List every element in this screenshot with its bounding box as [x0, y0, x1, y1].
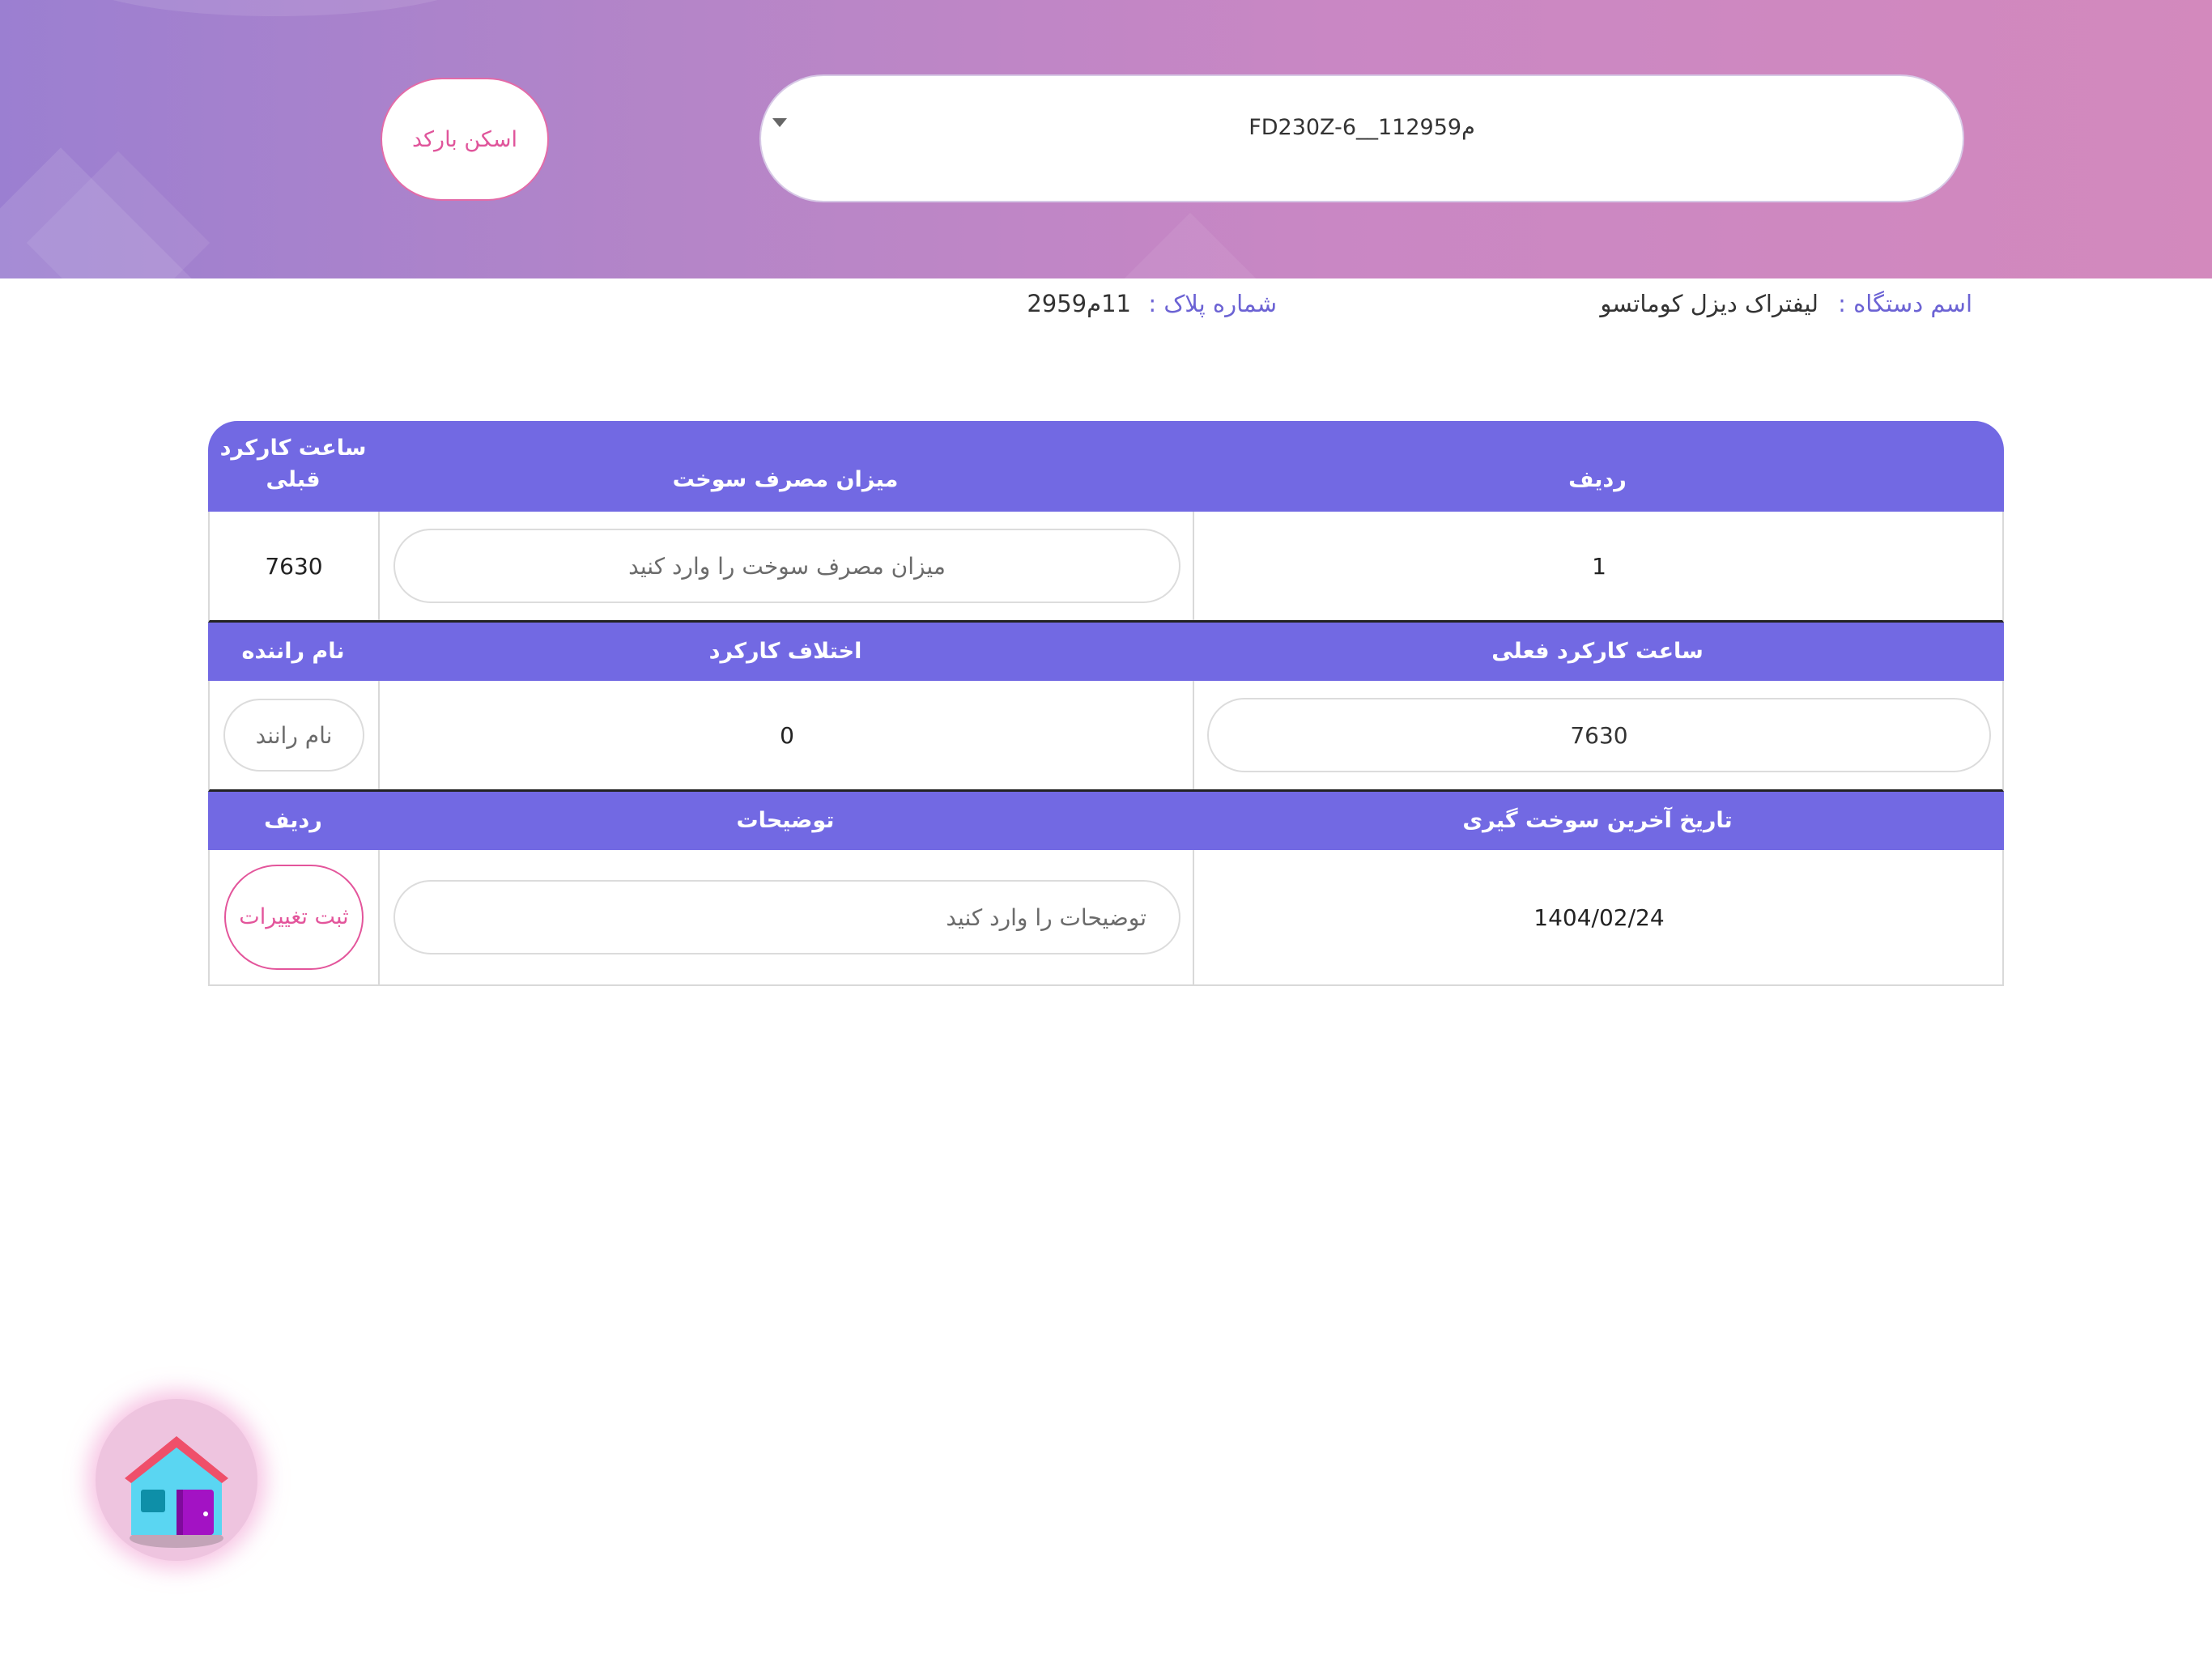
chevron-down-icon[interactable]: [772, 118, 787, 127]
table-header-row: ردیف میزان مصرف سوخت ساعت کارکرد قبلی: [208, 421, 2004, 512]
driver-name-cell: [210, 681, 378, 789]
home-button[interactable]: [96, 1399, 257, 1561]
column-header-row-number: ردیف: [1568, 466, 1627, 492]
device-name-value: لیفتراک دیزل کوماتسو: [1600, 290, 1819, 317]
hours-difference-value: 0: [780, 721, 794, 749]
column-header-driver-name: نام راننده: [241, 639, 345, 665]
home-icon: [125, 1436, 228, 1548]
save-changes-button[interactable]: ثبت تغییرات: [224, 865, 364, 970]
fuel-consumption-cell: [380, 512, 1194, 620]
column-header-notes: توضیحات: [736, 808, 835, 834]
column-header-hours-difference: اختلاف کارکرد: [708, 639, 862, 665]
column-header-previous-hours: ساعت کارکرد قبلی: [219, 435, 367, 492]
column-header-row: ردیف: [264, 808, 322, 834]
save-cell: ثبت تغییرات: [210, 850, 378, 984]
table-row: 1404/02/24 ثبت تغییرات: [208, 850, 2004, 986]
row-number-value: 1: [1592, 552, 1606, 580]
current-hours-input[interactable]: [1207, 698, 1991, 772]
plate-number-value: 11م2959: [1027, 290, 1131, 317]
top-header-band: FD230Z-6__11م2959 اسکن بارکد: [0, 0, 2212, 278]
device-select-value: FD230Z-6__11م2959: [1249, 114, 1475, 140]
plate-number-label: شماره پلاک :: [1148, 290, 1277, 317]
column-header-last-fuel-date: تاریخ آخرین سوخت گیری: [1462, 808, 1733, 834]
table-header-row: تاریخ آخرین سوخت گیری توضیحات ردیف: [208, 792, 2004, 850]
column-header-fuel-consumption: میزان مصرف سوخت: [672, 466, 899, 492]
device-name-label: اسم دستگاه :: [1838, 290, 1972, 317]
fuel-entry-table: ردیف میزان مصرف سوخت ساعت کارکرد قبلی 1 …: [208, 421, 2004, 986]
last-fuel-date-value: 1404/02/24: [1534, 903, 1665, 931]
device-select[interactable]: FD230Z-6__11م2959: [759, 74, 1964, 202]
table-row: 1 7630: [208, 512, 2004, 623]
table-row: 0: [208, 681, 2004, 792]
notes-input[interactable]: [393, 880, 1180, 954]
previous-hours-value: 7630: [265, 552, 323, 580]
header-decoration: [1087, 212, 1294, 278]
current-hours-cell: [1194, 681, 2004, 789]
fuel-consumption-input[interactable]: [393, 529, 1180, 603]
scan-barcode-button[interactable]: اسکن بارکد: [381, 78, 549, 201]
table-header-row: ساعت کارکرد فعلی اختلاف کارکرد نام رانند…: [208, 623, 2004, 681]
column-header-current-hours: ساعت کارکرد فعلی: [1491, 639, 1704, 665]
driver-name-input[interactable]: [223, 699, 364, 772]
header-decoration: [65, 0, 486, 16]
notes-cell: [380, 850, 1194, 984]
